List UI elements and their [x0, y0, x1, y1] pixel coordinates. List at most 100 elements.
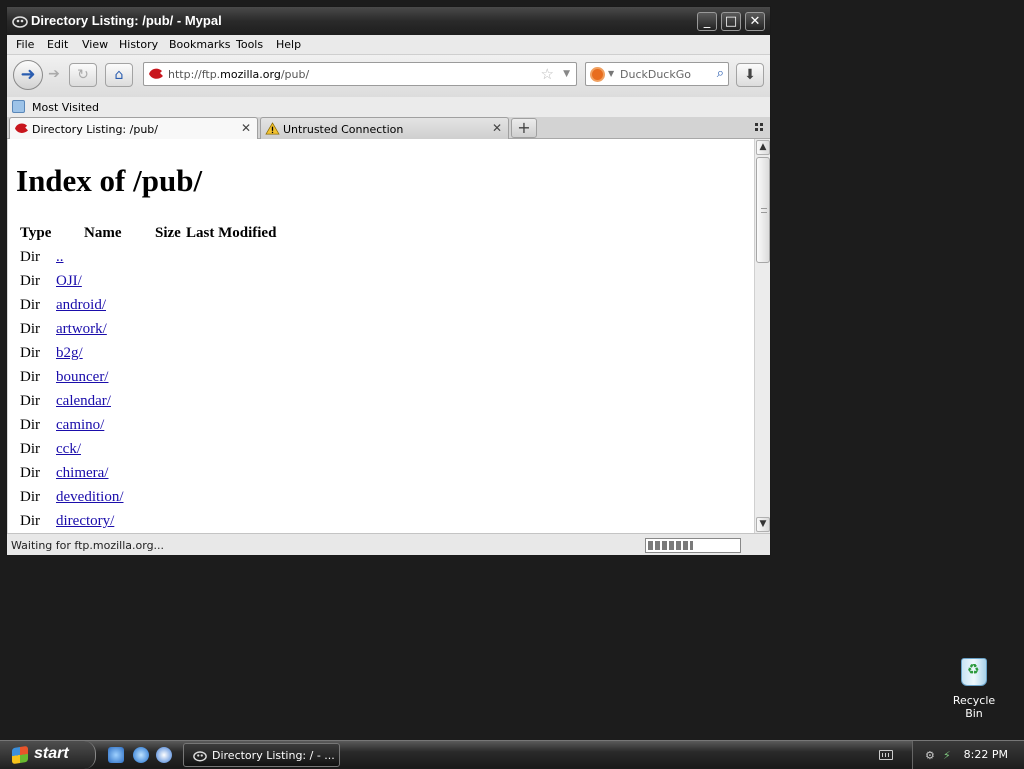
row-link[interactable]: b2g/ — [56, 345, 83, 362]
downloads-button[interactable]: ⬇ — [736, 63, 764, 87]
navigation-toolbar: ➜ ➔ ↻ ⌂ http://ftp.mozilla.org/pub/ ☆ ▼ … — [7, 55, 770, 97]
table-row: Dir OJI/ — [16, 273, 316, 297]
progress-fill — [648, 541, 693, 550]
bookmarks-toolbar: Most Visited — [7, 97, 770, 117]
minimize-button[interactable]: _ — [697, 12, 717, 31]
tab-label: Directory Listing: /pub/ — [32, 123, 158, 136]
tab-untrusted-connection[interactable]: Untrusted Connection ✕ — [260, 117, 509, 139]
reload-button[interactable]: ↻ — [69, 63, 97, 87]
start-button[interactable]: start — [0, 741, 96, 769]
search-bar[interactable]: ▼ DuckDuckGo ⌕ — [585, 62, 729, 86]
row-link[interactable]: artwork/ — [56, 321, 107, 338]
menu-tools[interactable]: Tools — [236, 38, 263, 51]
home-button[interactable]: ⌂ — [105, 63, 133, 87]
page-content: Index of /pub/ Type Name Size Last Modif… — [8, 139, 754, 533]
table-row: Dir.. — [16, 249, 316, 273]
menu-file[interactable]: File — [16, 38, 34, 51]
internet-explorer-icon[interactable] — [133, 747, 149, 763]
row-type: Dir — [20, 297, 40, 313]
new-tab-button[interactable]: + — [511, 118, 537, 138]
menu-view[interactable]: View — [82, 38, 108, 51]
forward-button[interactable]: ➔ — [43, 63, 65, 87]
quicklaunch-explorer-icon[interactable] — [108, 747, 124, 763]
menu-history[interactable]: History — [119, 38, 158, 51]
table-row: Dir calendar/ — [16, 393, 316, 417]
row-link[interactable]: devedition/ — [56, 489, 124, 506]
engine-dropdown-icon[interactable]: ▼ — [608, 69, 614, 78]
url-dropdown-icon[interactable]: ▼ — [563, 69, 570, 79]
most-visited-icon — [12, 100, 25, 113]
row-link[interactable]: directory/ — [56, 513, 114, 530]
back-arrow-icon: ➜ — [20, 64, 36, 85]
network-icon[interactable]: ⚙ — [925, 749, 937, 762]
tab-strip: Directory Listing: /pub/ ✕ Untrusted Con… — [7, 117, 770, 140]
row-link[interactable]: chimera/ — [56, 465, 108, 482]
scroll-thumb[interactable] — [756, 157, 770, 263]
status-text: Waiting for ftp.mozilla.org... — [11, 539, 165, 552]
site-identity-icon — [149, 68, 163, 79]
table-row: Dir b2g/ — [16, 345, 316, 369]
download-arrow-icon: ⬇ — [744, 67, 756, 83]
taskbar-window-label: Directory Listing: / - ... — [212, 749, 335, 762]
tab-close-icon[interactable]: ✕ — [241, 121, 251, 135]
url-bar[interactable]: http://ftp.mozilla.org/pub/ ☆ ▼ — [143, 62, 577, 86]
row-type: Dir — [20, 273, 40, 289]
table-row: Dir android/ — [16, 297, 316, 321]
row-type: Dir — [20, 321, 40, 337]
menu-help[interactable]: Help — [276, 38, 301, 51]
row-link[interactable]: OJI/ — [56, 273, 82, 290]
home-icon: ⌂ — [114, 67, 124, 83]
keyboard-icon[interactable] — [879, 750, 893, 760]
media-player-icon[interactable] — [156, 747, 172, 763]
mypal-app-icon — [12, 16, 28, 28]
table-row: Dir directory/ — [16, 513, 316, 533]
row-link[interactable]: bouncer/ — [56, 369, 108, 386]
title-bar[interactable]: Directory Listing: /pub/ - Mypal _ □ ✕ — [7, 7, 770, 35]
menu-bookmarks[interactable]: Bookmarks — [169, 38, 230, 51]
page-heading: Index of /pub/ — [16, 163, 203, 198]
scroll-down-icon[interactable]: ▼ — [756, 517, 770, 532]
row-type: Dir — [20, 441, 40, 457]
recycle-bin-icon — [961, 658, 987, 686]
table-row: Dir artwork/ — [16, 321, 316, 345]
row-type: Dir — [20, 513, 40, 529]
plus-icon: + — [517, 118, 531, 137]
warning-icon — [265, 122, 280, 135]
bookmark-most-visited[interactable]: Most Visited — [32, 101, 99, 114]
bookmark-star-icon[interactable]: ☆ — [541, 65, 554, 83]
row-type: Dir — [20, 345, 40, 361]
row-link[interactable]: android/ — [56, 297, 106, 314]
duckduckgo-icon[interactable] — [590, 67, 605, 82]
search-icon[interactable]: ⌕ — [717, 66, 724, 81]
recycle-bin[interactable]: Recycle Bin — [944, 656, 1004, 720]
table-row: Dir devedition/ — [16, 489, 316, 513]
list-all-tabs-icon[interactable] — [755, 123, 764, 132]
menu-bar: File Edit View History Bookmarks Tools H… — [7, 35, 770, 55]
clock[interactable]: 8:22 PM — [964, 748, 1008, 761]
search-placeholder: DuckDuckGo — [620, 68, 691, 81]
column-header-size: Size — [155, 225, 181, 241]
tab-close-icon[interactable]: ✕ — [492, 121, 502, 135]
table-row: Dir cck/ — [16, 441, 316, 465]
row-link[interactable]: calendar/ — [56, 393, 111, 410]
table-row: Dir chimera/ — [16, 465, 316, 489]
scroll-up-icon[interactable]: ▲ — [756, 140, 770, 155]
tab-label: Untrusted Connection — [283, 123, 404, 136]
forward-arrow-icon: ➔ — [48, 66, 60, 82]
row-link[interactable]: .. — [56, 249, 64, 266]
row-type: Dir — [20, 369, 40, 385]
menu-edit[interactable]: Edit — [47, 38, 68, 51]
back-button[interactable]: ➜ — [13, 60, 43, 90]
close-button[interactable]: ✕ — [745, 12, 765, 31]
vertical-scrollbar[interactable]: ▲ ▼ — [754, 139, 770, 533]
safely-remove-icon[interactable]: ⚡ — [943, 749, 955, 762]
browser-window: Directory Listing: /pub/ - Mypal _ □ ✕ F… — [6, 6, 771, 556]
row-link[interactable]: camino/ — [56, 417, 104, 434]
tab-directory-listing[interactable]: Directory Listing: /pub/ ✕ — [9, 117, 258, 140]
site-favicon-icon — [15, 123, 28, 133]
row-link[interactable]: cck/ — [56, 441, 81, 458]
url-text: http://ftp.mozilla.org/pub/ — [168, 68, 310, 81]
maximize-button[interactable]: □ — [721, 12, 741, 31]
taskbar-window-button[interactable]: Directory Listing: / - ... — [183, 743, 340, 767]
row-type: Dir — [20, 417, 40, 433]
